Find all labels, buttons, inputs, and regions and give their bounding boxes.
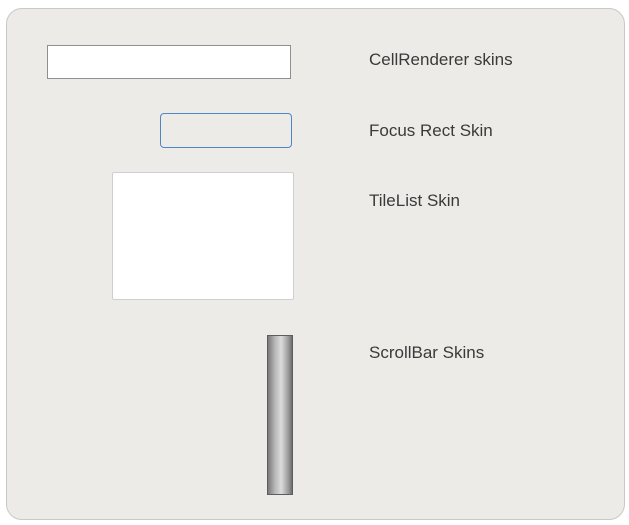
scrollbar-skin-swatch[interactable] xyxy=(267,335,293,495)
cellrenderer-skin-swatch[interactable] xyxy=(47,45,291,79)
skins-panel: CellRenderer skins Focus Rect Skin TileL… xyxy=(6,8,625,520)
focus-rect-skin-swatch[interactable] xyxy=(160,113,292,148)
tilelist-skin-swatch[interactable] xyxy=(112,172,294,300)
focus-rect-skin-label: Focus Rect Skin xyxy=(369,121,493,140)
tilelist-skin-label: TileList Skin xyxy=(369,191,461,210)
scrollbar-skins-label: ScrollBar Skins xyxy=(369,343,485,362)
cellrenderer-skins-label: CellRenderer skins xyxy=(369,50,513,69)
